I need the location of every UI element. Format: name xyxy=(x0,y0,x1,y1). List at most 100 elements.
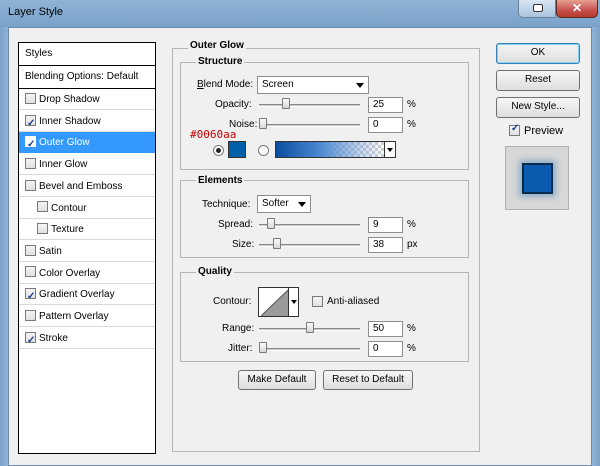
technique-value: Softer xyxy=(262,198,289,209)
ok-button[interactable]: OK xyxy=(496,43,580,64)
preview-swatch xyxy=(522,163,553,194)
style-item-bevel-and-emboss[interactable]: Bevel and Emboss xyxy=(19,176,155,197)
anti-aliased-label: Anti-aliased xyxy=(327,296,380,307)
noise-slider-thumb[interactable] xyxy=(259,118,267,129)
technique-label: Technique: xyxy=(202,199,251,210)
style-item-checkbox[interactable] xyxy=(25,309,36,321)
spread-label: Spread: xyxy=(218,219,254,230)
style-item-inner-glow[interactable]: Inner Glow xyxy=(19,154,155,176)
style-item-pattern-overlay[interactable]: Pattern Overlay xyxy=(19,306,155,327)
blend-mode-label: Blend Mode: xyxy=(197,79,254,90)
outer-glow-title: Outer Glow xyxy=(188,40,246,51)
close-icon: ✕ xyxy=(571,1,583,15)
spread-unit: % xyxy=(407,219,416,230)
range-slider-thumb[interactable] xyxy=(305,322,314,333)
window-frame-right xyxy=(592,27,600,466)
style-item-color-overlay[interactable]: Color Overlay xyxy=(19,263,155,284)
style-item-gradient-overlay[interactable]: Gradient Overlay xyxy=(19,284,155,307)
preview-checkbox[interactable] xyxy=(509,123,520,136)
size-unit: px xyxy=(407,239,418,250)
contour-curve-icon xyxy=(260,289,288,316)
style-item-label: Inner Shadow xyxy=(39,115,101,127)
style-item-checkbox[interactable] xyxy=(37,223,48,235)
style-item-drop-shadow[interactable]: Drop Shadow xyxy=(19,89,155,110)
solid-color-radio[interactable] xyxy=(213,145,224,156)
jitter-slider[interactable] xyxy=(259,348,360,351)
noise-input[interactable]: 0 xyxy=(368,117,403,133)
restore-icon xyxy=(533,4,543,12)
style-item-outer-glow[interactable]: Outer Glow xyxy=(19,132,155,155)
make-default-button[interactable]: Make Default xyxy=(238,370,316,390)
style-item-inner-shadow[interactable]: Inner Shadow xyxy=(19,111,155,134)
blend-mode-label-text: lend Mode: xyxy=(203,79,254,90)
reset-button[interactable]: Reset xyxy=(496,70,580,91)
style-item-checkbox[interactable] xyxy=(25,92,36,104)
size-input[interactable]: 38 xyxy=(368,237,403,253)
style-item-checkbox[interactable] xyxy=(25,179,36,191)
style-item-checkbox[interactable] xyxy=(25,157,36,169)
opacity-slider[interactable] xyxy=(259,104,360,107)
jitter-slider-thumb[interactable] xyxy=(259,342,267,353)
chevron-down-icon xyxy=(298,202,306,207)
jitter-input[interactable]: 0 xyxy=(368,341,403,357)
chevron-down-icon xyxy=(387,148,393,152)
style-item-label: Contour xyxy=(51,202,87,214)
style-item-contour[interactable]: Contour xyxy=(19,198,155,219)
blend-mode-select[interactable]: Screen xyxy=(257,76,369,94)
gradient-dropdown-button[interactable] xyxy=(384,141,396,158)
reset-to-default-button[interactable]: Reset to Default xyxy=(323,370,413,390)
glow-color-annotation: #0060aa xyxy=(190,128,237,141)
close-button[interactable]: ✕ xyxy=(556,0,598,18)
blend-mode-value: Screen xyxy=(262,79,294,90)
style-item-stroke[interactable]: Stroke xyxy=(19,328,155,351)
new-style-button[interactable]: New Style... xyxy=(496,97,580,118)
style-item-checkbox[interactable] xyxy=(25,330,36,351)
spread-slider-thumb[interactable] xyxy=(267,218,276,229)
size-label: Size: xyxy=(232,239,255,250)
structure-title: Structure xyxy=(196,56,245,67)
title-bar[interactable]: Layer Style xyxy=(0,0,600,27)
opacity-slider-thumb[interactable] xyxy=(282,98,291,109)
preview-label: Preview xyxy=(524,125,564,137)
chevron-down-icon xyxy=(356,83,364,88)
gradient-radio[interactable] xyxy=(258,145,269,156)
style-item-label: Bevel and Emboss xyxy=(39,180,123,192)
style-item-label: Texture xyxy=(51,224,84,236)
blending-options[interactable]: Blending Options: Default xyxy=(19,66,155,89)
glow-gradient-picker[interactable] xyxy=(275,141,385,158)
size-slider-thumb[interactable] xyxy=(272,238,281,249)
style-item-checkbox[interactable] xyxy=(25,244,36,256)
jitter-unit: % xyxy=(407,343,416,354)
style-item-label: Inner Glow xyxy=(39,159,88,171)
contour-label: Contour: xyxy=(213,296,252,307)
style-item-checkbox[interactable] xyxy=(25,134,36,155)
elements-title: Elements xyxy=(196,175,245,186)
restore-button[interactable] xyxy=(518,0,556,18)
opacity-label: Opacity: xyxy=(215,99,252,110)
style-item-label: Stroke xyxy=(39,332,68,344)
style-item-checkbox[interactable] xyxy=(25,113,36,134)
style-item-label: Outer Glow xyxy=(39,137,90,149)
style-item-checkbox[interactable] xyxy=(25,286,36,307)
opacity-input[interactable]: 25 xyxy=(368,97,403,113)
noise-slider[interactable] xyxy=(259,124,360,127)
style-item-label: Color Overlay xyxy=(39,267,101,279)
technique-select[interactable]: Softer xyxy=(257,195,311,213)
style-item-label: Pattern Overlay xyxy=(39,311,109,322)
style-item-texture[interactable]: Texture xyxy=(19,219,155,241)
contour-picker[interactable] xyxy=(258,287,289,317)
anti-aliased-checkbox[interactable] xyxy=(312,296,323,307)
range-input[interactable]: 50 xyxy=(368,321,403,337)
opacity-unit: % xyxy=(407,99,416,110)
style-item-satin[interactable]: Satin xyxy=(19,241,155,262)
style-item-checkbox[interactable] xyxy=(25,266,36,278)
styles-header[interactable]: Styles xyxy=(19,43,155,66)
range-unit: % xyxy=(407,323,416,334)
quality-title: Quality xyxy=(196,266,234,277)
style-preview xyxy=(505,146,569,210)
contour-dropdown-button[interactable] xyxy=(288,287,299,317)
glow-color-swatch[interactable] xyxy=(228,141,246,158)
spread-input[interactable]: 9 xyxy=(368,217,403,233)
style-item-checkbox[interactable] xyxy=(37,201,48,213)
style-item-label: Drop Shadow xyxy=(39,94,100,105)
